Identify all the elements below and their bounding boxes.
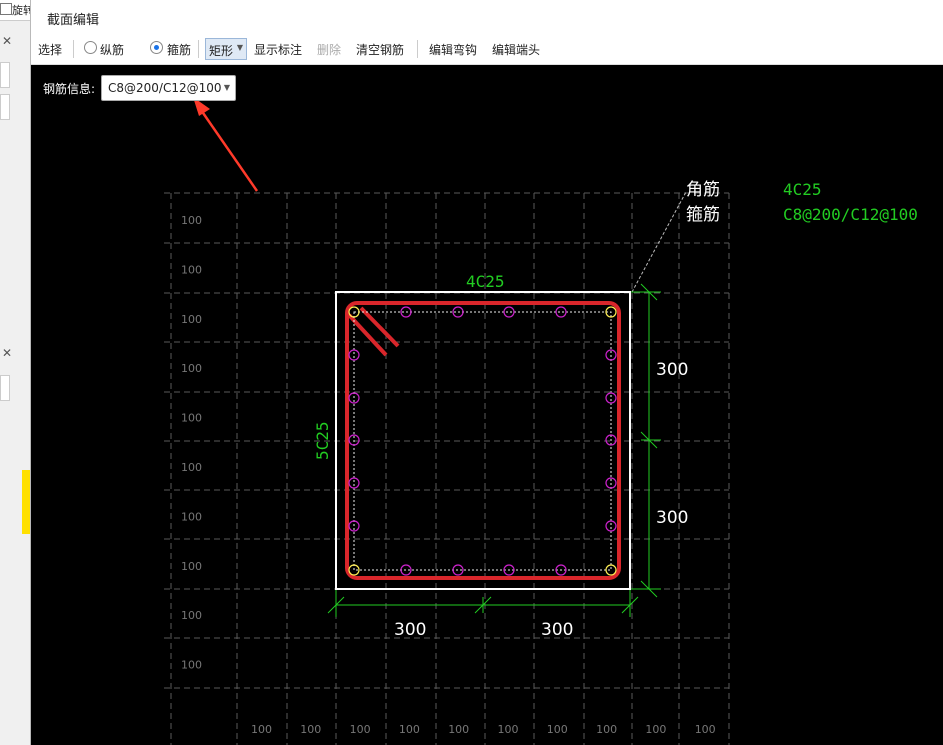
side-bar[interactable] [348, 349, 360, 361]
panel-field[interactable] [0, 375, 10, 401]
side-bar[interactable] [503, 306, 515, 318]
grid-bottom-label: 100 [350, 723, 371, 736]
toolbar: 选择 纵筋 箍筋 矩形 ▼ 显示标注 删除 清空钢筋 编辑弯钩 编辑端头 [31, 34, 943, 65]
leader-line [631, 191, 687, 293]
dim-right-upper: 300 [656, 360, 688, 380]
side-bar[interactable] [348, 477, 360, 489]
dimension-bottom [327, 590, 639, 617]
grid-left-label: 100 [181, 362, 202, 375]
rebar-info-value: C8@200/C12@100 [108, 81, 222, 95]
drawing-canvas[interactable]: 100 100 100 100 100 100 100 100 100 100 100 100 100… [31, 65, 943, 745]
side-rebar-label[interactable]: 5C25 [313, 421, 332, 460]
legend-stirrup-name: 箍筋 [686, 205, 720, 225]
stirrup-radio[interactable] [150, 41, 163, 54]
annotation-arrow-icon [193, 97, 259, 192]
panel-field[interactable] [0, 62, 10, 88]
stirrup-label[interactable]: 箍筋 [167, 41, 191, 58]
longitudinal-radio[interactable] [84, 41, 97, 54]
grid-bottom-label: 100 [645, 723, 666, 736]
toolbar-separator [73, 40, 74, 58]
grid-bottom-label: 100 [498, 723, 519, 736]
grid-bottom-label: 100 [596, 723, 617, 736]
window-title: 截面编辑 [47, 13, 100, 28]
rotate-label: 旋转 [12, 4, 30, 17]
dim-right-lower: 300 [656, 508, 688, 528]
select-button[interactable]: 选择 [38, 41, 62, 58]
bar-centerline [353, 311, 612, 571]
grid-left-label: 100 [181, 659, 202, 672]
delete-button[interactable]: 删除 [317, 41, 341, 58]
dim-bottom-right: 300 [541, 620, 573, 640]
corner-bar[interactable] [605, 564, 617, 576]
longitudinal-label[interactable]: 纵筋 [100, 41, 124, 58]
grid-left-label: 100 [181, 313, 202, 326]
rotate-checkbox[interactable] [0, 3, 12, 15]
grid-bottom-label: 100 [547, 723, 568, 736]
panel-highlight [22, 470, 30, 534]
grid-left-label: 100 [181, 412, 202, 425]
rebar-info-select[interactable]: C8@200/C12@100 ▼ [101, 75, 236, 101]
grid-bottom-labels: 100 100 100 100 100 100 100 100 100 100 [251, 723, 716, 736]
stirrup-hook[interactable] [359, 306, 400, 348]
chevron-down-icon: ▼ [223, 83, 230, 92]
legend-stirrup-value[interactable]: C8@200/C12@100 [783, 205, 918, 224]
show-dims-button[interactable]: 显示标注 [254, 41, 302, 58]
grid-left-label: 100 [181, 560, 202, 573]
section-drawing[interactable]: 100100100100100100100100100100 100 100 100… [31, 65, 943, 745]
grid-left-labels: 100 100 100 100 100 100 100 100 100 100 [181, 214, 202, 672]
chevron-down-icon: ▼ [236, 43, 243, 52]
shape-dropdown[interactable]: 矩形 ▼ [205, 38, 247, 60]
side-bar[interactable] [605, 392, 617, 404]
panel-field[interactable] [0, 94, 10, 120]
rebar-info-label: 钢筋信息: [43, 82, 96, 96]
side-bar[interactable] [605, 520, 617, 532]
left-side-panel: 旋转 ✕ ✕ [0, 0, 31, 745]
grid-lines [164, 192, 730, 745]
edit-end-button[interactable]: 编辑端头 [492, 41, 540, 58]
grid-left-label: 100 [181, 263, 202, 276]
side-bar[interactable] [555, 306, 567, 318]
grid-left-label: 100 [181, 461, 202, 474]
grid-bottom-label: 100 [251, 723, 272, 736]
grid-left-label: 100 [181, 510, 202, 523]
title-bar: 截面编辑 [31, 0, 943, 34]
grid-left-label: 100 [181, 609, 202, 622]
grid-bottom-label: 100 [448, 723, 469, 736]
section-editor-window: 截面编辑 选择 纵筋 箍筋 矩形 ▼ 显示标注 删除 清空钢筋 编辑弯钩 编辑端… [31, 0, 943, 745]
dim-bottom-left: 300 [394, 620, 426, 640]
grid-bottom-label: 100 [695, 723, 716, 736]
edit-hook-button[interactable]: 编辑弯钩 [429, 41, 477, 58]
toolbar-separator [198, 40, 199, 58]
close-icon[interactable]: ✕ [2, 34, 12, 48]
legend-corner-value[interactable]: 4C25 [783, 180, 822, 199]
toolbar-separator [417, 40, 418, 58]
close-icon[interactable]: ✕ [2, 346, 12, 360]
top-rebar-label[interactable]: 4C25 [466, 272, 505, 291]
grid-bottom-label: 100 [300, 723, 321, 736]
legend-corner-name: 角筋 [686, 180, 720, 200]
stirrup-hook[interactable] [347, 313, 388, 357]
clear-rebar-button[interactable]: 清空钢筋 [356, 41, 404, 58]
shape-label: 矩形 [209, 44, 234, 58]
grid-bottom-label: 100 [399, 723, 420, 736]
grid-left-label: 100 [181, 214, 202, 227]
rotate-checkbox-row[interactable]: 旋转 [0, 0, 30, 21]
